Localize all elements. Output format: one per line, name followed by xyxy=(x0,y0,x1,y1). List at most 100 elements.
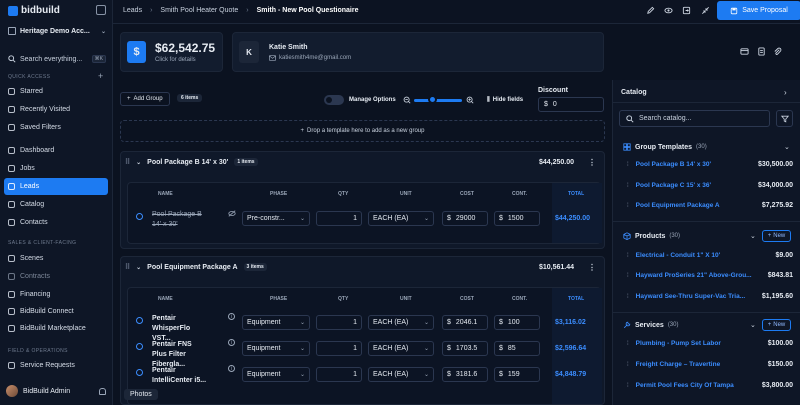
table-row[interactable]: Pool Package B 14' x 30' Pre-constr... ⌄ … xyxy=(128,205,600,231)
nav-financing[interactable]: Financing xyxy=(4,286,108,303)
catalog-section-products[interactable]: Products (30) xyxy=(623,232,680,240)
phase-select[interactable]: Equipment ⌄ xyxy=(242,341,310,356)
qty-input[interactable]: 1 xyxy=(316,341,362,356)
unit-select[interactable]: EACH (EA) ⌄ xyxy=(368,211,434,226)
qty-input[interactable]: 1 xyxy=(316,367,362,382)
save-proposal-button[interactable]: Save Proposal xyxy=(717,1,800,20)
phase-select[interactable]: Equipment ⌄ xyxy=(242,367,310,382)
more-icon[interactable]: ⋮ xyxy=(588,263,596,272)
cont-input[interactable]: $100 xyxy=(494,315,540,330)
item-drag-icon[interactable] xyxy=(136,213,143,220)
hide-fields-button[interactable]: ⫼ Hide fields xyxy=(487,97,523,104)
export-icon[interactable] xyxy=(682,6,691,15)
cont-input[interactable]: $1500 xyxy=(494,211,540,226)
catalog-filter-button[interactable] xyxy=(776,110,793,127)
template-dropzone[interactable]: + Drop a template here to add as a new g… xyxy=(120,120,605,142)
qty-input[interactable]: 1 xyxy=(316,211,362,226)
phase-select[interactable]: Pre-constr... ⌄ xyxy=(242,211,310,226)
nav-bidbuild-marketplace[interactable]: BidBuild Marketplace xyxy=(4,320,108,337)
info-icon[interactable]: i xyxy=(228,313,235,320)
contact-card[interactable]: K Katie Smith katiesmith4me@gmail.com xyxy=(232,32,604,72)
unit-select[interactable]: EACH (EA) ⌄ xyxy=(368,367,434,382)
unit-select[interactable]: EACH (EA) ⌄ xyxy=(368,315,434,330)
catalog-item[interactable]: ⁞ Pool Package C 15' x 36' $34,000.00 xyxy=(627,182,793,189)
eye-icon[interactable] xyxy=(664,6,673,15)
eye-off-icon[interactable] xyxy=(228,210,236,217)
table-row[interactable]: Pentair FNS Plus Filter Fibergla... i Eq… xyxy=(128,335,600,368)
nav-dashboard[interactable]: Dashboard xyxy=(4,142,108,159)
table-row[interactable]: Pentair IntelliCenter i5... i Equipment ⌄… xyxy=(128,361,600,387)
info-icon[interactable]: i xyxy=(228,339,235,346)
breadcrumb-quote[interactable]: Smith Pool Heater Quote xyxy=(160,7,238,14)
price-summary-card[interactable]: $ $62,542.75 Click for details xyxy=(120,32,223,72)
nav-catalog[interactable]: Catalog xyxy=(4,196,108,213)
catalog-section-services[interactable]: Services (30) xyxy=(623,321,678,329)
chevron-down-icon[interactable]: ⌄ xyxy=(784,143,790,151)
chevron-down-icon[interactable]: ⌄ xyxy=(136,159,141,166)
nav-saved-filters[interactable]: Saved Filters xyxy=(4,119,108,136)
brand-logo[interactable]: bidbuild xyxy=(8,5,60,16)
item-drag-icon[interactable] xyxy=(136,317,143,324)
cost-input[interactable]: $29000 xyxy=(442,211,488,226)
edit-icon[interactable] xyxy=(646,6,655,15)
catalog-item[interactable]: ⁞ Pool Equipment Package A $7,275.92 xyxy=(627,202,793,209)
zoom-slider-handle[interactable] xyxy=(428,95,437,104)
discount-input[interactable]: $ 0 xyxy=(538,97,604,112)
more-icon[interactable]: ⋮ xyxy=(588,158,596,167)
catalog-item[interactable]: ⁞ Hayward See-Thru Super-Vac Tria... $1,19… xyxy=(627,293,793,300)
item-drag-icon[interactable] xyxy=(136,343,143,350)
info-icon[interactable]: i xyxy=(228,365,235,372)
paperclip-icon[interactable] xyxy=(773,47,782,56)
drag-handle-icon[interactable]: ⠿ xyxy=(125,158,130,166)
card-icon[interactable] xyxy=(740,47,749,56)
chevron-down-icon[interactable]: ⌄ xyxy=(136,264,141,271)
catalog-item[interactable]: ⁞ Pool Package B 14' x 30' $30,500.00 xyxy=(627,161,793,168)
zoom-in-icon[interactable] xyxy=(466,96,474,104)
nav-contacts[interactable]: Contacts xyxy=(4,214,108,231)
phase-select[interactable]: Equipment ⌄ xyxy=(242,315,310,330)
breadcrumb-leads[interactable]: Leads xyxy=(123,7,142,14)
new-product-button[interactable]: + New xyxy=(762,230,791,242)
nav-recently-visited[interactable]: Recently Visited xyxy=(4,101,108,118)
manage-options-toggle[interactable] xyxy=(324,95,344,105)
catalog-search-input[interactable]: Search catalog... xyxy=(619,110,770,127)
chevron-right-icon[interactable]: › xyxy=(784,88,787,97)
item-name[interactable]: Pentair IntelliCenter i5... xyxy=(152,366,207,386)
group-header[interactable]: ⠿ ⌄ Pool Equipment Package A 3 items $10… xyxy=(121,257,604,277)
global-search[interactable]: Search everything... ⌘K xyxy=(8,52,106,66)
nav-scenes[interactable]: Scenes xyxy=(4,250,108,267)
new-service-button[interactable]: + New xyxy=(762,319,791,331)
sidebar-collapse-icon[interactable] xyxy=(96,5,106,15)
catalog-section-group-templates[interactable]: Group Templates (30) xyxy=(623,143,707,151)
catalog-item[interactable]: ⁞ Hayward ProSeries 21" Above-Grou... $843… xyxy=(627,272,793,279)
bell-icon[interactable] xyxy=(99,387,106,395)
nav-contracts[interactable]: Contracts xyxy=(4,268,108,285)
chevron-down-icon[interactable]: ⌄ xyxy=(750,321,756,329)
item-drag-icon[interactable] xyxy=(136,369,143,376)
catalog-item[interactable]: ⁞ Plumbing - Pump Set Labor $100.00 xyxy=(627,340,793,347)
nav-jobs[interactable]: Jobs xyxy=(4,160,108,177)
nav-leads[interactable]: Leads xyxy=(4,178,108,195)
add-quick-access-icon[interactable]: + xyxy=(98,72,103,81)
drag-handle-icon[interactable]: ⠿ xyxy=(125,263,130,271)
photos-button[interactable]: Photos xyxy=(124,389,158,400)
cost-input[interactable]: $1703.5 xyxy=(442,341,488,356)
zoom-slider-track[interactable] xyxy=(414,99,462,102)
zoom-out-icon[interactable] xyxy=(403,96,411,104)
cont-input[interactable]: $159 xyxy=(494,367,540,382)
catalog-item[interactable]: ⁞ Permit Pool Fees City Of Tampa $3,800.00 xyxy=(627,382,793,389)
chevron-down-icon[interactable]: ⌄ xyxy=(750,232,756,240)
collapse-icon[interactable] xyxy=(701,6,710,15)
document-icon[interactable] xyxy=(757,47,766,56)
cost-input[interactable]: $3181.6 xyxy=(442,367,488,382)
nav-starred[interactable]: Starred xyxy=(4,83,108,100)
table-row[interactable]: Pentair WhisperFlo VST... i Equipment ⌄ 1… xyxy=(128,309,600,342)
nav-bidbuild-connect[interactable]: BidBuild Connect xyxy=(4,303,108,320)
cost-input[interactable]: $2046.1 xyxy=(442,315,488,330)
item-name[interactable]: Pool Package B 14' x 30' xyxy=(152,210,207,230)
catalog-item[interactable]: ⁞ Freight Charge – Travertine $150.00 xyxy=(627,361,793,368)
cont-input[interactable]: $85 xyxy=(494,341,540,356)
catalog-item[interactable]: ⁞ Electrical - Conduit 1" X 10' $9.00 xyxy=(627,252,793,259)
group-header[interactable]: ⠿ ⌄ Pool Package B 14' x 30' 1 items $44… xyxy=(121,152,604,172)
unit-select[interactable]: EACH (EA) ⌄ xyxy=(368,341,434,356)
